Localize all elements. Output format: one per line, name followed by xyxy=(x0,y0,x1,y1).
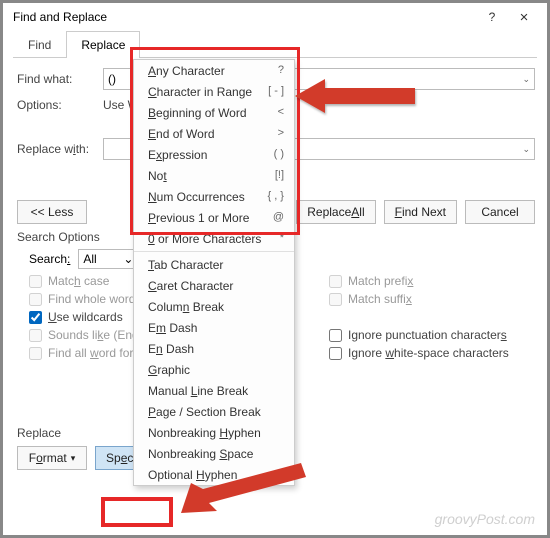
find-what-label: Find what: xyxy=(17,72,95,86)
menu-item[interactable]: Em Dash xyxy=(134,317,294,338)
find-next-button[interactable]: Find Next xyxy=(384,200,457,224)
watermark: groovyPost.com xyxy=(435,511,535,527)
menu-item[interactable]: Character in Range[ - ] xyxy=(134,81,294,102)
search-direction-select[interactable]: All ⌄ xyxy=(78,249,138,269)
menu-item[interactable]: Any Character? xyxy=(134,60,294,81)
menu-item[interactable]: Tab Character xyxy=(134,254,294,275)
menu-separator xyxy=(134,251,294,252)
tabstrip: Find Replace Go To xyxy=(13,31,537,58)
menu-item[interactable]: Num Occurrences{ , } xyxy=(134,186,294,207)
window-title: Find and Replace xyxy=(13,10,107,24)
help-icon[interactable]: ? xyxy=(485,10,499,24)
menu-item[interactable]: End of Word> xyxy=(134,123,294,144)
menu-item[interactable]: Beginning of Word< xyxy=(134,102,294,123)
menu-item[interactable]: Nonbreaking Space xyxy=(134,443,294,464)
menu-item[interactable]: Manual Line Break xyxy=(134,380,294,401)
replace-with-label: Replace with: xyxy=(17,142,95,156)
close-icon[interactable]: × xyxy=(517,9,531,26)
less-button[interactable]: << Less xyxy=(17,200,87,224)
tab-find[interactable]: Find xyxy=(13,31,66,58)
menu-item[interactable]: Page / Section Break xyxy=(134,401,294,422)
menu-item[interactable]: Column Break xyxy=(134,296,294,317)
menu-item[interactable]: Expression( ) xyxy=(134,144,294,165)
check-ignore-ws[interactable]: Ignore white-space characters xyxy=(329,346,509,360)
check-prefix: Match prefix xyxy=(329,274,509,288)
menu-item[interactable]: 0 or More Characters* xyxy=(134,228,294,249)
replace-all-button[interactable]: Replace All xyxy=(296,200,375,224)
options-label: Options: xyxy=(17,98,95,112)
chevron-down-icon[interactable]: ⌄ xyxy=(522,144,530,155)
format-button[interactable]: Format▾ xyxy=(17,446,87,470)
titlebar: Find and Replace ? × xyxy=(3,3,547,31)
menu-item[interactable]: Nonbreaking Hyphen xyxy=(134,422,294,443)
menu-item[interactable]: Caret Character xyxy=(134,275,294,296)
chevron-down-icon[interactable]: ⌄ xyxy=(522,74,530,85)
special-popup-menu: Any Character?Character in Range[ - ]Beg… xyxy=(133,59,295,486)
chevron-down-icon[interactable]: ⌄ xyxy=(123,252,133,266)
tab-replace[interactable]: Replace xyxy=(66,31,140,58)
menu-item[interactable]: Optional Hyphen xyxy=(134,464,294,485)
annotation-box xyxy=(101,497,173,527)
menu-item[interactable]: Not[!] xyxy=(134,165,294,186)
check-suffix: Match suffix xyxy=(329,292,509,306)
menu-item[interactable]: Graphic xyxy=(134,359,294,380)
search-direction-label: Search: xyxy=(29,252,70,266)
check-ignore-punct[interactable]: Ignore punctuation characters xyxy=(329,328,509,342)
menu-item[interactable]: En Dash xyxy=(134,338,294,359)
menu-item[interactable]: Previous 1 or More@ xyxy=(134,207,294,228)
cancel-button[interactable]: Cancel xyxy=(465,200,535,224)
